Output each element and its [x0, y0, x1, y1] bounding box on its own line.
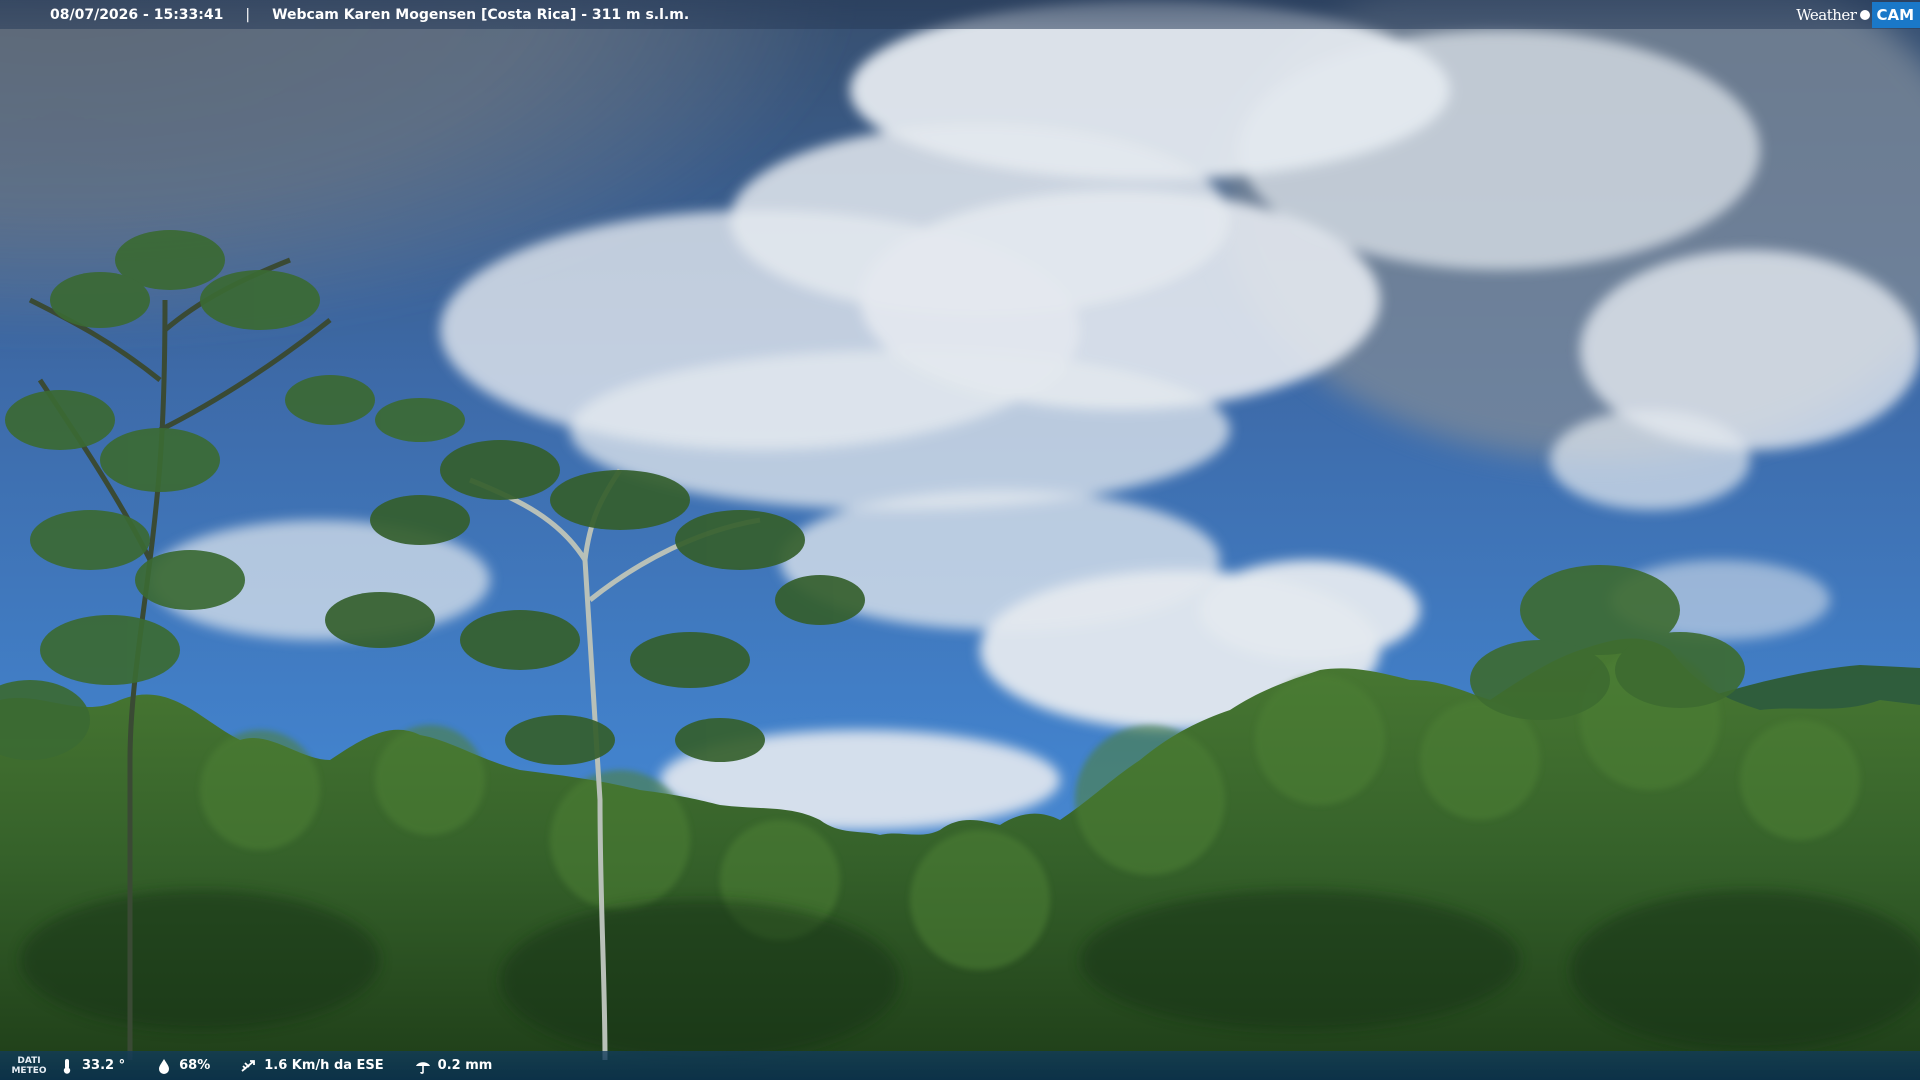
webcam-title: Webcam Karen Mogensen [Costa Rica] - 311… — [272, 6, 690, 23]
weather-data-label: DATI METEO — [11, 1055, 47, 1076]
logo-dot-icon — [1860, 9, 1871, 20]
wind-value: 1.6 Km/h da ESE — [264, 1058, 384, 1073]
temperature-value: 33.2 ° — [82, 1058, 126, 1073]
weathercam-logo[interactable]: Weather CAM — [1796, 0, 1920, 29]
humidity-readout: 68% — [155, 1057, 210, 1075]
logo-word-weather: Weather — [1796, 5, 1857, 24]
weather-data-bar: DATI METEO 33.2 ° 68% 1.6 Km/h da ESE 0.… — [0, 1051, 1920, 1080]
webcam-frame: 08/07/2026 - 15:33:41 | Webcam Karen Mog… — [0, 0, 1920, 1080]
rain-gauge-icon — [415, 1061, 430, 1074]
webcam-scene — [0, 0, 1920, 1080]
humidity-value: 68% — [179, 1058, 211, 1073]
header-separator: | — [245, 6, 251, 23]
logo-word-cam: CAM — [1872, 1, 1920, 28]
thermometer-icon — [63, 1058, 71, 1074]
wind-icon — [241, 1059, 256, 1072]
wind-readout: 1.6 Km/h da ESE — [240, 1057, 384, 1075]
humidity-drop-icon — [159, 1058, 170, 1074]
header-bar: 08/07/2026 - 15:33:41 | Webcam Karen Mog… — [0, 0, 1920, 29]
rain-readout: 0.2 mm — [414, 1057, 493, 1075]
timestamp: 08/07/2026 - 15:33:41 — [50, 6, 224, 23]
rain-value: 0.2 mm — [437, 1058, 493, 1073]
temperature-readout: 33.2 ° — [58, 1057, 125, 1075]
